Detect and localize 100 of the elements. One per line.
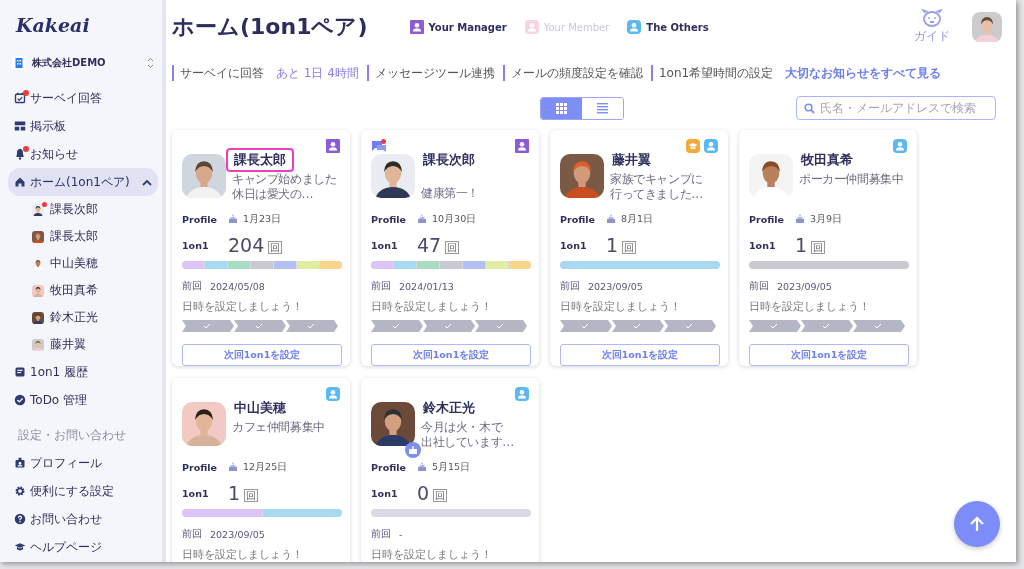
prompt-text: 日時を設定しましょう！: [371, 547, 493, 562]
sidebar-item[interactable]: 1on1 履歴: [8, 358, 158, 386]
sidebar-item[interactable]: プロフィール: [8, 449, 158, 477]
count-unit: 回: [433, 489, 448, 502]
member-name[interactable]: 鈴木正光: [415, 396, 483, 420]
schedule-button[interactable]: 次回1on1を設定: [182, 344, 342, 366]
note-icon: [14, 366, 26, 378]
grid-icon: [556, 102, 567, 114]
member-name[interactable]: 中山美穂: [226, 396, 294, 420]
status-message: 家族でキャンプに 行ってきました…: [610, 172, 703, 202]
birthday-date: 3月9日: [810, 212, 843, 226]
member-name[interactable]: 課長太郎: [226, 148, 294, 172]
meeting-count: 0: [417, 482, 430, 504]
up-down-icon: [147, 57, 154, 69]
mascot-icon[interactable]: [921, 9, 943, 27]
schedule-button[interactable]: 次回1on1を設定: [371, 344, 531, 366]
notice-link[interactable]: メッセージツール連携: [366, 65, 495, 81]
legend-label: The Others: [646, 21, 709, 33]
birthday-date: 8月1日: [621, 212, 654, 226]
last-date: -: [399, 528, 403, 540]
birthday-date: 5月15日: [432, 460, 471, 474]
member-name[interactable]: 課長次郎: [415, 148, 483, 172]
status-message: キャンプ始めました 休日は愛犬の…: [232, 172, 337, 202]
grid-view-button[interactable]: [541, 97, 582, 119]
sidebar-item[interactable]: お知らせ: [8, 140, 158, 168]
prompt-text: 日時を設定しましょう！: [560, 299, 682, 314]
board-icon: [14, 120, 26, 132]
count-unit: 回: [244, 489, 259, 502]
sidebar-item[interactable]: ToDo 管理: [8, 386, 158, 414]
count-unit: 回: [268, 241, 283, 254]
schedule-button[interactable]: 次回1on1を設定: [560, 344, 720, 366]
graduation-cap-icon: [14, 541, 26, 553]
home-icon: [14, 176, 26, 188]
oneonone-label: 1on1: [749, 239, 777, 251]
notice-link[interactable]: サーベイに回答 あと 1日 4時間: [172, 65, 359, 81]
last-label: 前回: [560, 279, 580, 293]
member-name[interactable]: 牧田真希: [793, 148, 861, 172]
cake-icon: [228, 462, 238, 472]
chevron-up-icon[interactable]: [142, 178, 152, 186]
last-label: 前回: [182, 279, 202, 293]
last-label: 前回: [749, 279, 769, 293]
count-unit: 回: [622, 241, 637, 254]
cake-icon: [795, 214, 805, 224]
legend-label: Your Manager: [428, 21, 507, 33]
birthday-date: 12月25日: [243, 460, 288, 474]
help-icon: [14, 513, 26, 525]
cake-icon: [606, 214, 616, 224]
profile-label: Profile: [371, 461, 407, 473]
sidebar-item[interactable]: 藤井翼: [8, 331, 158, 358]
prompt-text: 日時を設定しましょう！: [371, 299, 493, 314]
oneonone-label: 1on1: [371, 487, 399, 499]
sidebar-item[interactable]: 課長太郎: [8, 223, 158, 250]
search-field[interactable]: 氏名・メールアドレスで検索: [796, 96, 996, 120]
section-title: 設定・お問い合わせ: [18, 428, 126, 443]
cake-icon: [417, 214, 427, 224]
sidebar-item[interactable]: 鈴木正光: [8, 304, 158, 331]
sidebar-item[interactable]: 便利にする設定: [8, 477, 158, 505]
schedule-button[interactable]: 次回1on1を設定: [749, 344, 909, 366]
id-badge-icon: [14, 457, 26, 469]
sidebar-item[interactable]: ホーム(1on1ペア): [8, 168, 158, 196]
chat-icon[interactable]: [371, 139, 387, 153]
oneonone-label: 1on1: [182, 239, 210, 251]
company-selector[interactable]: 株式会社DEMO: [8, 50, 158, 76]
last-date: 2023/09/05: [588, 280, 643, 292]
last-date: 2023/09/05: [210, 528, 265, 540]
scroll-to-top-button[interactable]: [954, 501, 1000, 547]
notice-link[interactable]: 1on1希望時間の設定: [650, 65, 774, 81]
birthday-date: 10月30日: [432, 212, 477, 226]
list-icon: [597, 102, 608, 114]
member-name[interactable]: 藤井翼: [604, 148, 659, 172]
sidebar-item[interactable]: 牧田真希: [8, 277, 158, 304]
sidebar-item[interactable]: お問い合わせ: [8, 505, 158, 533]
logo[interactable]: Kakeai: [16, 14, 90, 36]
count-unit: 回: [445, 241, 460, 254]
oneonone-label: 1on1: [560, 239, 588, 251]
sidebar-item[interactable]: サーベイ回答: [8, 84, 158, 112]
notice-link[interactable]: メールの頻度設定を確認: [502, 65, 643, 81]
status-message: 健康第一！: [421, 186, 479, 201]
status-message: 今月は火・木で 出社しています…: [421, 420, 514, 450]
sidebar-item[interactable]: 課長次郎: [8, 196, 158, 223]
all-notices-link[interactable]: 大切なお知らせをすべて見る: [785, 64, 942, 82]
status-message: カフェ仲間募集中: [232, 420, 325, 435]
bell-icon: [14, 148, 26, 160]
last-label: 前回: [371, 527, 391, 541]
meeting-count: 47: [417, 234, 442, 256]
birthday-date: 1月23日: [243, 212, 282, 226]
profile-label: Profile: [560, 213, 596, 225]
page-title: ホーム(1on1ペア): [172, 13, 368, 41]
profile-label: Profile: [182, 461, 218, 473]
gear-icon: [14, 485, 26, 497]
meeting-count: 1: [606, 234, 619, 256]
sidebar-item[interactable]: 中山美穂: [8, 250, 158, 277]
meeting-count: 1: [228, 482, 241, 504]
sidebar-item[interactable]: 掲示板: [8, 112, 158, 140]
search-icon: [804, 102, 815, 114]
count-unit: 回: [811, 241, 826, 254]
sidebar-item[interactable]: ヘルプページ: [8, 533, 158, 561]
cake-icon: [228, 214, 238, 224]
prompt-text: 日時を設定しましょう！: [182, 547, 304, 562]
calendar-check-icon: [14, 92, 26, 104]
